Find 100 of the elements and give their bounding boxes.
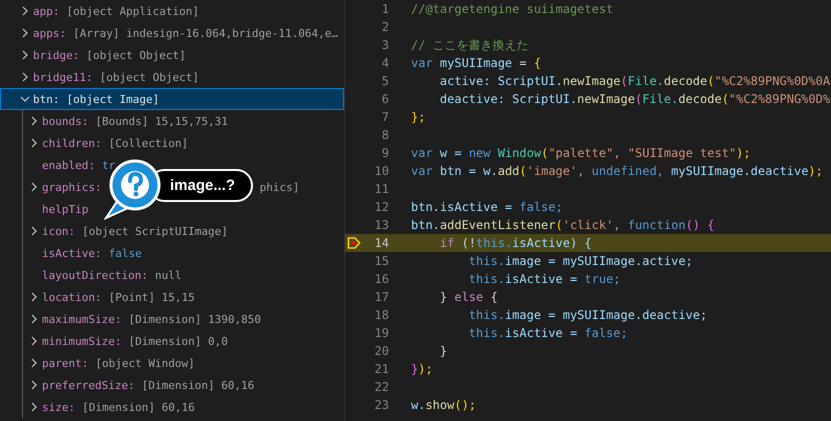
line-number: 6 — [380, 92, 389, 106]
code-token: "SUIImage test" — [626, 146, 736, 160]
code-token: this. — [468, 326, 505, 340]
variable-name: app: — [33, 4, 60, 18]
code-token: ScriptUI. — [511, 92, 578, 106]
code-token: decode — [664, 74, 708, 88]
code-token: ( — [707, 74, 714, 88]
variable-row[interactable]: bridge: [object Object] — [0, 44, 344, 66]
code-token: this. — [476, 236, 512, 250]
code-token: ( — [634, 92, 642, 106]
code-token: "%C2%89PNG%0D%0A — [714, 74, 830, 88]
property-value: [Bounds] 15,15,75,31 — [95, 114, 228, 128]
line-number: 23 — [374, 398, 389, 412]
property-value: [object ScriptUIImage] — [82, 224, 228, 238]
question-mark-icon — [104, 158, 162, 220]
code-token: Window — [496, 146, 542, 160]
property-name: icon: — [42, 224, 76, 238]
line-number: 14 — [374, 236, 389, 250]
property-name: graphics: — [42, 180, 102, 194]
code-token: }; — [411, 110, 426, 124]
variable-row[interactable]: bridge11: [object Object] — [0, 66, 344, 88]
code-token: ( — [556, 218, 563, 232]
line-number: 11 — [374, 182, 389, 196]
code-token: this. — [468, 272, 505, 286]
code-token: () { — [686, 218, 714, 232]
code-token: // ここを書き換えた — [411, 36, 529, 54]
code-token: show — [425, 398, 454, 412]
code-token: "palette", — [548, 146, 621, 160]
code-token: ); — [418, 362, 433, 376]
code-token: decode — [678, 92, 722, 106]
code-token: isActive) { — [512, 236, 592, 250]
property-name: location: — [42, 290, 102, 304]
code-token: } — [438, 290, 448, 304]
line-number: 16 — [374, 272, 389, 286]
variable-name: bridge: — [33, 48, 80, 62]
variable-value: [Array] indesign-16.064,bridge-11.064,e… — [73, 26, 338, 40]
property-name: enabled: — [42, 158, 95, 172]
code-token: } — [411, 362, 418, 376]
code-token: image = mySUIImage.deactive; — [504, 308, 708, 322]
property-name: layoutDirection: — [42, 268, 148, 282]
variable-row[interactable]: app: [object Application] — [0, 0, 344, 22]
code-token: var — [411, 164, 433, 178]
property-value: [object Window] — [95, 356, 195, 370]
line-number: 3 — [380, 38, 389, 52]
line-number: 9 — [380, 146, 389, 160]
line-number: 13 — [374, 218, 389, 232]
property-name: size: — [42, 400, 76, 414]
code-token: { — [534, 56, 542, 70]
line-number: 22 — [374, 380, 389, 394]
property-value: tr — [102, 158, 116, 172]
code-token: ); — [808, 164, 823, 178]
code-token: ); — [736, 146, 751, 160]
code-token: this. — [468, 308, 505, 322]
line-number: 20 — [374, 344, 389, 358]
code-token: false; — [519, 200, 563, 214]
code-token: addEventListener — [440, 218, 556, 232]
property-value: phics] — [260, 180, 300, 194]
code-token: isActive = — [504, 272, 578, 286]
code-token: //@targetengine suiimagetest — [411, 2, 614, 16]
variable-row[interactable]: btn: [object Image] — [0, 88, 344, 110]
variable-row[interactable]: apps: [Array] indesign-16.064,bridge-11.064,e… — [0, 22, 344, 44]
property-value: [Dimension] 0,0 — [128, 334, 228, 348]
code-token: 'click', — [562, 218, 621, 232]
code-token: add — [498, 164, 520, 178]
line-number: 1 — [380, 2, 389, 16]
property-name: parent: — [42, 356, 88, 370]
variable-value: [object Object] — [100, 70, 199, 84]
property-name: minimumSize: — [42, 334, 122, 348]
code-token: = — [518, 56, 528, 70]
property-value: [Dimension] 60,16 — [142, 378, 254, 392]
variable-value: [object Image] — [66, 92, 160, 106]
variable-name: apps: — [33, 26, 66, 40]
code-token: ( — [541, 146, 548, 160]
code-token: false; — [584, 326, 628, 340]
code-token: ( — [722, 92, 729, 106]
code-token: btn. — [411, 218, 440, 232]
code-token: { — [489, 290, 498, 304]
property-value: null — [154, 268, 182, 282]
variable-value: [object Object] — [86, 48, 186, 62]
code-token: isActive = — [504, 326, 578, 340]
line-number: 7 — [380, 110, 389, 124]
line-number: 17 — [374, 290, 389, 304]
code-token: mySUIImage — [438, 56, 512, 70]
code-token: var — [411, 56, 433, 70]
code-token: active: — [438, 74, 490, 88]
variable-name: bridge11: — [33, 70, 93, 84]
line-number: 15 — [374, 254, 389, 268]
code-token: btn.isActive = — [411, 200, 514, 214]
line-number: 18 — [374, 308, 389, 322]
property-value: false — [108, 246, 142, 260]
property-name: helpTip — [42, 202, 88, 216]
code-token: else — [453, 290, 484, 304]
code-token: function — [626, 218, 686, 232]
code-token: 'image', — [526, 164, 584, 178]
line-number: 10 — [374, 164, 389, 178]
property-name: children: — [42, 136, 102, 150]
code-token: newImage — [562, 74, 621, 88]
code-token: undefined, — [590, 164, 664, 178]
code-token: var — [411, 146, 433, 160]
property-value: [Dimension] 1390,850 — [128, 312, 261, 326]
